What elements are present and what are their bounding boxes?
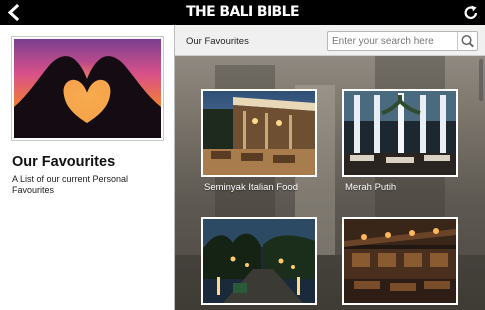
favourite-card-merah-putih[interactable] [342, 89, 458, 177]
restaurant-photo [203, 219, 315, 303]
hero-image [11, 36, 164, 141]
restaurant-photo [344, 219, 456, 303]
search-input[interactable] [328, 32, 456, 50]
favourite-card[interactable] [201, 217, 317, 305]
left-panel: Our Favourites A List of our current Per… [0, 25, 175, 310]
favourite-card-seminyak-italian-food[interactable] [201, 89, 317, 177]
app-brand: THE BALI BIBLE [186, 4, 299, 20]
restaurant-photo [344, 91, 456, 175]
subheader-title: Our Favourites [186, 36, 249, 47]
card-label[interactable]: Seminyak Italian Food [204, 182, 298, 193]
top-bar: THE BALI BIBLE [0, 0, 485, 25]
favourites-content[interactable]: Our Favourites Enter your search here Se… [175, 25, 485, 310]
scrollbar[interactable] [479, 59, 483, 101]
sub-header: Our Favourites [175, 25, 485, 56]
restaurant-photo [203, 91, 315, 175]
card-label[interactable]: Merah Putih [345, 182, 396, 193]
heart-hands-image [14, 39, 161, 138]
panel-description: A List of our current Personal Favourite… [12, 174, 129, 195]
search-box [327, 31, 478, 51]
search-icon[interactable] [457, 32, 477, 50]
refresh-icon[interactable] [463, 4, 479, 21]
favourite-card[interactable] [342, 217, 458, 305]
panel-title: Our Favourites [12, 154, 116, 170]
